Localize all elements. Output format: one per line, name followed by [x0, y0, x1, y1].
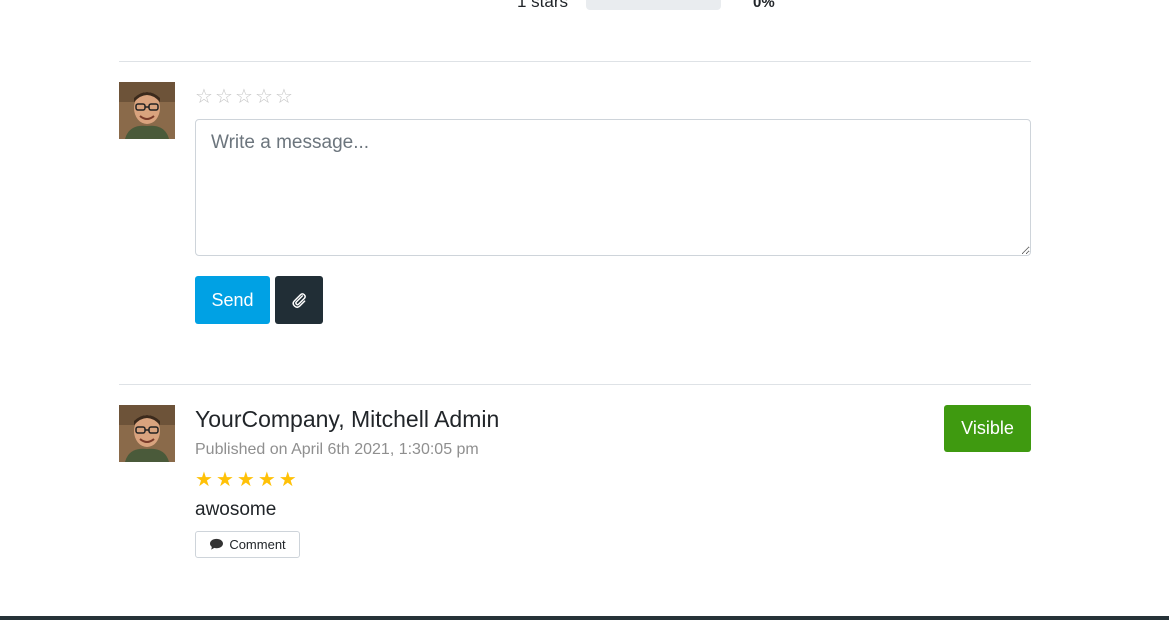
visibility-toggle-button[interactable]: Visible — [944, 405, 1031, 452]
star-filled-icon: ★ — [215, 467, 234, 491]
comment-button-label: Comment — [229, 537, 286, 552]
composer-avatar — [119, 82, 175, 139]
attach-button[interactable] — [275, 276, 323, 324]
message-input[interactable] — [195, 119, 1031, 256]
review-rating: ★ ★ ★ ★ ★ — [195, 469, 297, 489]
paperclip-icon — [292, 293, 306, 309]
star-outline-icon[interactable]: ☆ — [275, 86, 295, 106]
divider-review — [119, 384, 1031, 385]
star-filled-icon: ★ — [236, 467, 255, 491]
star-outline-icon[interactable]: ☆ — [195, 86, 215, 106]
divider-top — [119, 61, 1031, 62]
user-avatar-icon — [119, 82, 175, 139]
rating-summary-row: 1 stars 0% — [517, 0, 775, 13]
star-filled-icon: ★ — [195, 467, 213, 491]
comment-button[interactable]: Comment — [195, 531, 300, 558]
review-author: YourCompany, Mitchell Admin — [195, 406, 500, 432]
speech-bubble-icon — [210, 538, 224, 550]
star-outline-icon[interactable]: ☆ — [255, 86, 275, 106]
review-published-date: Published on April 6th 2021, 1:30:05 pm — [195, 441, 479, 458]
rating-percent: 0% — [753, 0, 775, 11]
send-button[interactable]: Send — [195, 276, 270, 324]
star-filled-icon: ★ — [257, 467, 276, 491]
user-avatar-icon — [119, 405, 175, 462]
star-filled-icon: ★ — [278, 467, 297, 491]
star-outline-icon[interactable]: ☆ — [215, 86, 235, 106]
rating-progress-bar — [586, 0, 721, 10]
footer-bar — [0, 616, 1169, 620]
star-outline-icon[interactable]: ☆ — [235, 86, 255, 106]
rating-input[interactable]: ☆ ☆ ☆ ☆ ☆ — [195, 86, 295, 106]
review-body: awosome — [195, 499, 277, 520]
rating-label: 1 stars — [517, 0, 569, 11]
review-avatar — [119, 405, 175, 462]
